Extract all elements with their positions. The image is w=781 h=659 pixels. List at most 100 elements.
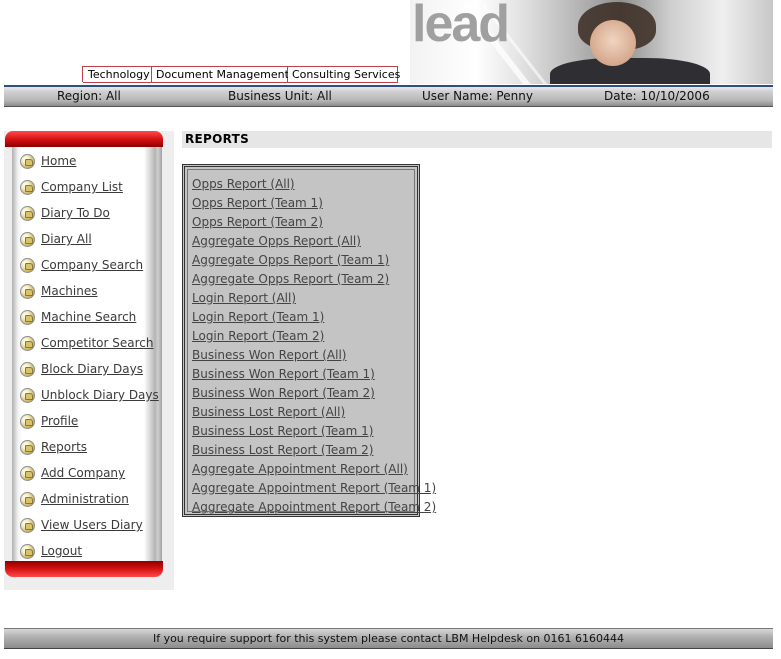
tab-technology[interactable]: Technology [83, 67, 152, 83]
sidebar-item-label[interactable]: Diary To Do [41, 206, 110, 220]
sidebar-item-logout[interactable]: Logout [20, 538, 155, 564]
sidebar-item-label[interactable]: Machines [41, 284, 97, 298]
sidebar-item-block-diary-days[interactable]: Block Diary Days [20, 356, 155, 382]
sidebar-item-company-search[interactable]: Company Search [20, 252, 155, 278]
top-nav-tabs: Technology Document Management Consultin… [82, 66, 400, 83]
folder-bullet-icon [20, 335, 35, 351]
sidebar-item-profile[interactable]: Profile [20, 408, 155, 434]
list-item: Opps Report (All) [192, 175, 436, 194]
report-link[interactable]: Aggregate Appointment Report (All) [192, 462, 408, 476]
folder-bullet-icon [20, 153, 35, 169]
sidebar-item-label[interactable]: Administration [41, 492, 129, 506]
list-item: Login Report (Team 2) [192, 327, 436, 346]
list-item: Aggregate Opps Report (Team 2) [192, 270, 436, 289]
sidebar-item-machine-search[interactable]: Machine Search [20, 304, 155, 330]
sidebar-nav: Home Company List Diary To Do Diary All … [20, 148, 159, 564]
report-link[interactable]: Opps Report (All) [192, 177, 295, 191]
sidebar-item-label[interactable]: Machine Search [41, 310, 136, 324]
sidebar-item-reports[interactable]: Reports [20, 434, 155, 460]
report-link[interactable]: Login Report (All) [192, 291, 296, 305]
list-item: Business Won Report (Team 2) [192, 384, 436, 403]
list-item: Aggregate Opps Report (Team 1) [192, 251, 436, 270]
sidebar-item-diary-to-do[interactable]: Diary To Do [20, 200, 155, 226]
sidebar-top-cap [5, 131, 163, 147]
list-item: Business Lost Report (Team 1) [192, 422, 436, 441]
report-link[interactable]: Aggregate Appointment Report (Team 2) [192, 500, 436, 514]
reports-list-box: Opps Report (All) Opps Report (Team 1) O… [182, 164, 436, 517]
sidebar-item-competitor-search[interactable]: Competitor Search [20, 330, 155, 356]
report-link[interactable]: Login Report (Team 2) [192, 329, 324, 343]
sidebar-item-label[interactable]: Reports [41, 440, 87, 454]
folder-bullet-icon [20, 179, 35, 195]
sidebar-item-unblock-diary-days[interactable]: Unblock Diary Days [20, 382, 159, 408]
business-unit-label: Business Unit: All [228, 89, 332, 103]
sidebar-item-company-list[interactable]: Company List [20, 174, 155, 200]
folder-bullet-icon [20, 361, 35, 377]
sidebar-item-diary-all[interactable]: Diary All [20, 226, 155, 252]
user-name-label: User Name: Penny [422, 89, 533, 103]
sidebar-item-administration[interactable]: Administration [20, 486, 155, 512]
list-item: Login Report (All) [192, 289, 436, 308]
folder-bullet-icon [20, 439, 35, 455]
folder-bullet-icon [20, 465, 35, 481]
list-item: Aggregate Appointment Report (Team 1) [192, 479, 436, 498]
report-link[interactable]: Business Lost Report (Team 1) [192, 424, 373, 438]
folder-bullet-icon [20, 543, 35, 559]
report-link[interactable]: Business Lost Report (All) [192, 405, 345, 419]
folder-bullet-icon [20, 413, 35, 429]
sidebar-item-home[interactable]: Home [20, 148, 155, 174]
sidebar-item-add-company[interactable]: Add Company [20, 460, 155, 486]
report-link[interactable]: Business Won Report (All) [192, 348, 347, 362]
folder-bullet-icon [20, 309, 35, 325]
report-link[interactable]: Opps Report (Team 2) [192, 215, 323, 229]
list-item: Aggregate Appointment Report (Team 2) [192, 498, 436, 517]
date-label: Date: 10/10/2006 [604, 89, 710, 103]
sidebar-item-label[interactable]: Competitor Search [41, 336, 153, 350]
list-item: Business Won Report (Team 1) [192, 365, 436, 384]
sidebar-item-label[interactable]: Home [41, 154, 76, 168]
tab-consulting-services[interactable]: Consulting Services [288, 67, 400, 83]
list-item: Business Lost Report (All) [192, 403, 436, 422]
folder-bullet-icon [20, 205, 35, 221]
report-link[interactable]: Business Won Report (Team 1) [192, 367, 375, 381]
list-item: Business Won Report (All) [192, 346, 436, 365]
folder-bullet-icon [20, 283, 35, 299]
folder-bullet-icon [20, 231, 35, 247]
sidebar-item-label[interactable]: View Users Diary [41, 518, 143, 532]
report-link[interactable]: Business Won Report (Team 2) [192, 386, 375, 400]
report-list: Opps Report (All) Opps Report (Team 1) O… [192, 175, 436, 517]
folder-bullet-icon [20, 387, 35, 403]
list-item: Aggregate Opps Report (All) [192, 232, 436, 251]
report-link[interactable]: Aggregate Opps Report (Team 2) [192, 272, 389, 286]
sidebar-item-machines[interactable]: Machines [20, 278, 155, 304]
report-link[interactable]: Aggregate Appointment Report (Team 1) [192, 481, 436, 495]
list-item: Aggregate Appointment Report (All) [192, 460, 436, 479]
user-info-bar: Region: All Business Unit: All User Name… [4, 87, 773, 107]
sidebar-item-label[interactable]: Profile [41, 414, 78, 428]
report-link[interactable]: Business Lost Report (Team 2) [192, 443, 373, 457]
list-item: Opps Report (Team 2) [192, 213, 436, 232]
report-link[interactable]: Opps Report (Team 1) [192, 196, 323, 210]
sidebar-item-label[interactable]: Company List [41, 180, 123, 194]
tab-document-management[interactable]: Document Management [152, 67, 289, 83]
report-link[interactable]: Login Report (Team 1) [192, 310, 324, 324]
sidebar-item-label[interactable]: Diary All [41, 232, 92, 246]
sidebar-item-label[interactable]: Logout [41, 544, 82, 558]
region-label: Region: All [57, 89, 121, 103]
sidebar-item-label[interactable]: Unblock Diary Days [41, 388, 159, 402]
list-item: Login Report (Team 1) [192, 308, 436, 327]
folder-bullet-icon [20, 257, 35, 273]
folder-bullet-icon [20, 491, 35, 507]
brand-logo: lead [412, 0, 510, 53]
sidebar-item-view-users-diary[interactable]: View Users Diary [20, 512, 155, 538]
folder-bullet-icon [20, 517, 35, 533]
sidebar-item-label[interactable]: Add Company [41, 466, 125, 480]
page-title: REPORTS [182, 131, 772, 148]
sidebar-item-label[interactable]: Block Diary Days [41, 362, 143, 376]
list-item: Business Lost Report (Team 2) [192, 441, 436, 460]
support-footer: If you require support for this system p… [4, 628, 773, 649]
report-link[interactable]: Aggregate Opps Report (Team 1) [192, 253, 389, 267]
sidebar-item-label[interactable]: Company Search [41, 258, 143, 272]
report-link[interactable]: Aggregate Opps Report (All) [192, 234, 361, 248]
list-item: Opps Report (Team 1) [192, 194, 436, 213]
